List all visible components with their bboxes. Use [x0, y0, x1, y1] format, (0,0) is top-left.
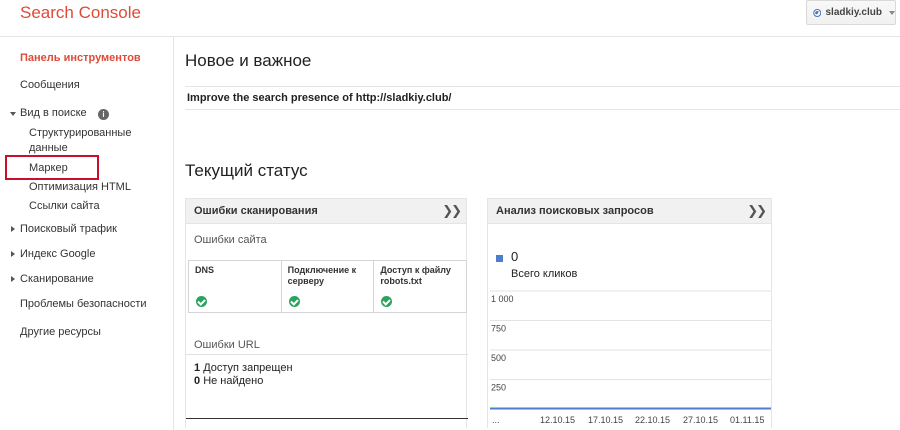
site-error-label: DNS: [195, 265, 215, 275]
check-icon: [196, 296, 207, 307]
check-icon: [288, 296, 300, 307]
expand-right-icon[interactable]: [11, 251, 15, 257]
globe-icon: [813, 8, 822, 17]
sidebar-item-search-traffic[interactable]: Поисковый трафик: [20, 223, 117, 235]
sidebar-item-html-optimization[interactable]: Оптимизация HTML: [29, 180, 131, 195]
y-tick-label: 750: [491, 324, 506, 334]
improve-message[interactable]: Improve the search presence of http://sl…: [185, 86, 900, 110]
y-tick-label: 500: [491, 353, 506, 363]
brand-logo[interactable]: Search Console: [20, 3, 141, 23]
sidebar-item-sitelinks[interactable]: Ссылки сайта: [29, 199, 100, 214]
x-tick-label: 17.10.15: [588, 415, 623, 425]
divider: [186, 418, 468, 419]
site-selector-label: sladkiy.club: [825, 7, 882, 18]
x-tick-label: 01.11.15: [730, 415, 764, 425]
crawl-errors-card: Ошибки сканирования ❯❯ Ошибки сайта DNS …: [185, 198, 468, 428]
url-errors-label: Ошибки URL: [194, 339, 260, 351]
not-found-label: Не найдено: [203, 375, 264, 387]
expand-right-icon[interactable]: [11, 276, 15, 282]
sidebar-item-messages[interactable]: Сообщения: [20, 79, 80, 91]
clicks-chart: 1 000 750 500 250... 12.10.15 17.10.15 22.10.1…: [490, 290, 771, 425]
page-title: Новое и важное: [185, 51, 312, 70]
site-errors-table: DNS Подключение к серверу Доступ к файлу…: [188, 260, 467, 313]
search-analytics-card: Анализ поисковых запросов ❯❯ 0 Всего кли…: [487, 198, 772, 428]
expand-down-icon[interactable]: [10, 112, 16, 116]
x-tick-label: 27.10.15: [683, 415, 718, 425]
marker-highlight-box: [5, 155, 99, 180]
url-error-not-found[interactable]: 0 Не найдено: [194, 375, 293, 388]
site-error-label: Подключение к серверу: [287, 265, 357, 286]
total-clicks-label: Всего кликов: [511, 268, 578, 280]
top-bar: Search Console sladkiy.club: [0, 0, 900, 37]
sidebar: Панель инструментов Сообщения Вид в поис…: [0, 37, 174, 430]
x-tick-label: ...: [492, 415, 500, 425]
chevron-down-icon: [889, 10, 895, 15]
url-error-access-denied[interactable]: 1 Доступ запрещен: [194, 362, 293, 375]
double-chevron-right-icon[interactable]: ❯❯: [442, 203, 462, 219]
access-denied-label: Доступ запрещен: [203, 362, 293, 374]
x-tick-label: 22.10.15: [635, 415, 670, 425]
sidebar-item-crawl[interactable]: Сканирование: [20, 273, 94, 285]
status-title: Текущий статус: [185, 161, 308, 180]
check-icon: [381, 296, 393, 307]
site-error-server[interactable]: Подключение к серверу: [282, 261, 375, 312]
sidebar-item-search-appearance[interactable]: Вид в поиске: [20, 107, 87, 119]
sidebar-item-structured-data[interactable]: Структурированные данные: [29, 126, 131, 156]
search-analytics-header[interactable]: Анализ поисковых запросов ❯❯: [488, 199, 771, 224]
clicks-legend-swatch: [496, 255, 503, 262]
site-error-dns[interactable]: DNS: [189, 261, 282, 312]
sidebar-item-google-index[interactable]: Индекс Google: [20, 248, 95, 260]
access-denied-count: 1: [194, 362, 201, 374]
not-found-count: 0: [194, 375, 201, 387]
site-error-robots[interactable]: Доступ к файлу robots.txt: [374, 261, 466, 312]
structured-data-label-line1: Структурированные: [29, 127, 132, 139]
site-selector[interactable]: sladkiy.club: [806, 0, 896, 25]
sidebar-item-dashboard[interactable]: Панель инструментов: [20, 52, 141, 64]
url-errors-list: 1 Доступ запрещен 0 Не найдено: [194, 362, 293, 388]
y-tick-label: 1 000: [491, 294, 514, 304]
x-tick-label: 12.10.15: [540, 415, 575, 425]
site-error-label: Доступ к файлу robots.txt: [380, 265, 451, 286]
search-analytics-title: Анализ поисковых запросов: [496, 205, 654, 217]
sidebar-item-other-resources[interactable]: Другие ресурсы: [20, 326, 101, 338]
y-tick-label: 250: [491, 383, 506, 393]
structured-data-label-line2: данные: [29, 142, 68, 154]
crawl-errors-title: Ошибки сканирования: [194, 205, 318, 217]
expand-right-icon[interactable]: [11, 226, 15, 232]
total-clicks-value: 0: [511, 249, 519, 264]
info-icon[interactable]: i: [98, 109, 109, 120]
site-errors-label: Ошибки сайта: [194, 234, 267, 246]
double-chevron-right-icon[interactable]: ❯❯: [747, 203, 767, 219]
sidebar-item-security[interactable]: Проблемы безопасности: [20, 298, 147, 310]
main-content: Новое и важное Improve the search presen…: [175, 37, 900, 430]
crawl-errors-header[interactable]: Ошибки сканирования ❯❯: [186, 199, 466, 224]
divider: [186, 354, 468, 355]
